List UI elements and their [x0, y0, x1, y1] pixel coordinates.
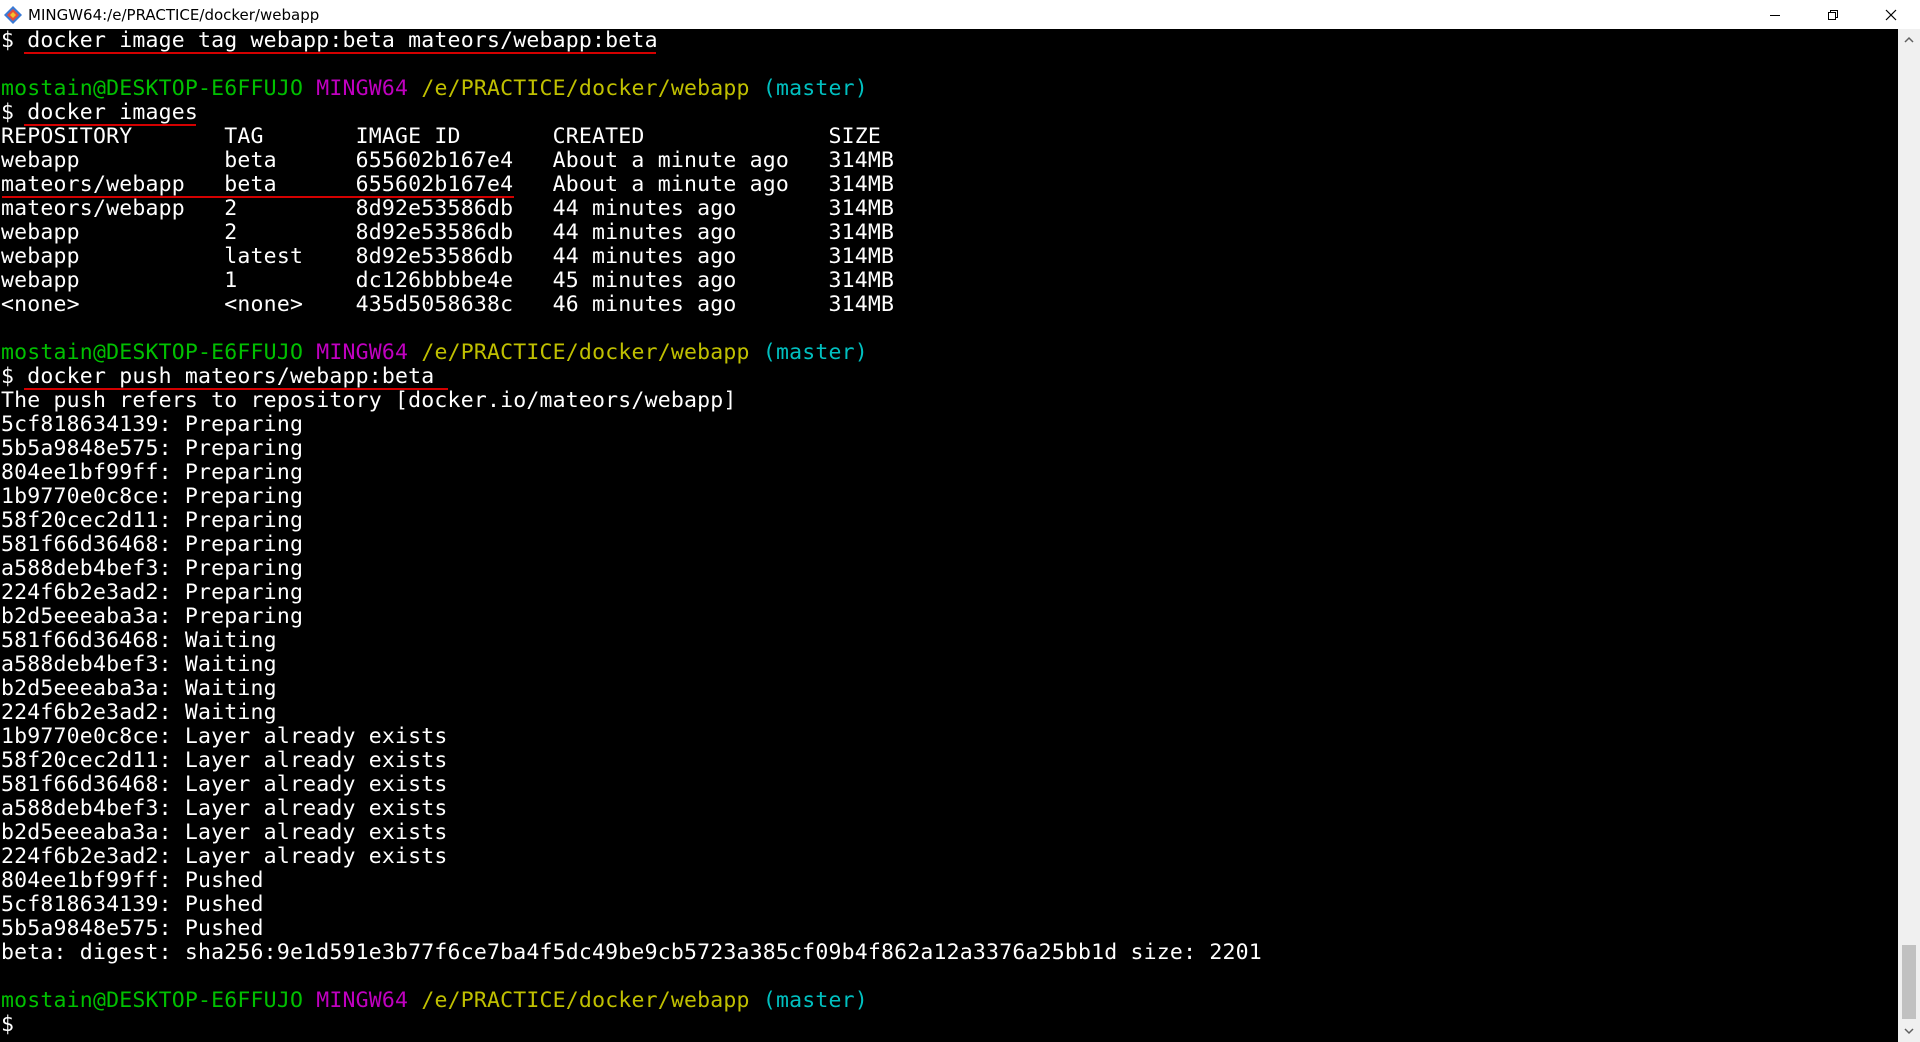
window-titlebar[interactable]: MINGW64:/e/PRACTICE/docker/webapp [0, 0, 1920, 29]
push-layer-line: a588deb4bef3: Waiting [1, 652, 277, 677]
restore-icon [1828, 9, 1838, 20]
command-line-images: $ docker images [1, 100, 199, 125]
push-digest-line: beta: digest: sha256:9e1d591e3b77f6ce7ba… [1, 940, 1262, 965]
minimize-icon [1770, 14, 1780, 16]
terminal-output[interactable]: $ docker image tag webapp:beta mateors/w… [0, 29, 1898, 1042]
push-layer-line: b2d5eeeaba3a: Waiting [1, 676, 277, 701]
window-controls [1746, 0, 1920, 29]
push-layer-line: 58f20cec2d11: Layer already exists [1, 748, 448, 773]
push-layer-line: 581f66d36468: Waiting [1, 628, 277, 653]
prompt-branch: (master) [762, 76, 868, 101]
prompt-system: MINGW64 [316, 76, 409, 101]
prompt-branch: (master) [762, 340, 868, 365]
images-table-row: webapp beta 655602b167e4 About a minute … [1, 148, 895, 173]
prompt-user-host: mostain@DESKTOP-E6FFUJO [1, 340, 304, 365]
images-table-row: webapp 1 dc126bbbbe4e 45 minutes ago 314… [1, 268, 895, 293]
scroll-down-button[interactable] [1898, 1020, 1920, 1042]
push-layer-line: a588deb4bef3: Preparing [1, 556, 304, 581]
prompt-system: MINGW64 [316, 340, 409, 365]
command-line-push: $ docker push mateors/webapp:beta [1, 364, 435, 389]
push-layer-line: 1b9770e0c8ce: Preparing [1, 484, 304, 509]
close-button[interactable] [1862, 0, 1920, 29]
push-layer-line: b2d5eeeaba3a: Layer already exists [1, 820, 448, 845]
push-layer-line: 5b5a9848e575: Pushed [1, 916, 264, 941]
push-layer-line: 58f20cec2d11: Preparing [1, 508, 304, 533]
images-table-row: mateors/webapp beta 655602b167e4 About a… [1, 172, 895, 197]
close-icon [1885, 9, 1897, 20]
annotation-underline [24, 388, 448, 390]
images-table-row: webapp latest 8d92e53586db 44 minutes ag… [1, 244, 895, 269]
prompt-branch: (master) [762, 988, 868, 1013]
push-layer-line: 804ee1bf99ff: Preparing [1, 460, 304, 485]
push-layer-line: 5cf818634139: Preparing [1, 412, 304, 437]
shell-prompt-1: mostain@DESKTOP-E6FFUJO MINGW64 /e/PRACT… [1, 77, 868, 101]
images-table-row: webapp 2 8d92e53586db 44 minutes ago 314… [1, 220, 895, 245]
push-layer-line: 5b5a9848e575: Preparing [1, 436, 304, 461]
prompt-user-host: mostain@DESKTOP-E6FFUJO [1, 76, 304, 101]
shell-prompt-2: mostain@DESKTOP-E6FFUJO MINGW64 /e/PRACT… [1, 341, 868, 365]
images-table-row: <none> <none> 435d5058638c 46 minutes ag… [1, 292, 895, 317]
chevron-down-icon [1904, 1028, 1914, 1035]
push-layer-line: 224f6b2e3ad2: Waiting [1, 700, 277, 725]
push-layer-line: 804ee1bf99ff: Pushed [1, 868, 264, 893]
prompt-path: /e/PRACTICE/docker/webapp [421, 340, 750, 365]
window-title: MINGW64:/e/PRACTICE/docker/webapp [28, 5, 320, 24]
push-layer-line: b2d5eeeaba3a: Preparing [1, 604, 304, 629]
push-output-line: The push refers to repository [docker.io… [1, 388, 737, 413]
prompt-system: MINGW64 [316, 988, 409, 1013]
images-table-header: REPOSITORY TAG IMAGE ID CREATED SIZE [1, 124, 881, 149]
push-layer-line: 5cf818634139: Pushed [1, 892, 264, 917]
push-layer-line: 224f6b2e3ad2: Layer already exists [1, 844, 448, 869]
annotation-underline [24, 124, 196, 126]
minimize-button[interactable] [1746, 0, 1804, 29]
chevron-up-icon [1904, 36, 1914, 43]
command-input-line[interactable]: $ [1, 1013, 14, 1037]
images-table-row: mateors/webapp 2 8d92e53586db 44 minutes… [1, 196, 895, 221]
scroll-up-button[interactable] [1898, 29, 1920, 51]
annotation-underline [24, 52, 656, 54]
push-layer-line: 1b9770e0c8ce: Layer already exists [1, 724, 448, 749]
prompt-path: /e/PRACTICE/docker/webapp [421, 988, 750, 1013]
scrollbar-thumb[interactable] [1902, 945, 1916, 1019]
prompt-user-host: mostain@DESKTOP-E6FFUJO [1, 988, 304, 1013]
prompt-path: /e/PRACTICE/docker/webapp [421, 76, 750, 101]
push-layer-line: a588deb4bef3: Layer already exists [1, 796, 448, 821]
push-layer-line: 581f66d36468: Layer already exists [1, 772, 448, 797]
command-line-tag: $ docker image tag webapp:beta mateors/w… [1, 29, 658, 53]
git-bash-icon [4, 5, 22, 24]
shell-prompt-3: mostain@DESKTOP-E6FFUJO MINGW64 /e/PRACT… [1, 989, 868, 1013]
vertical-scrollbar[interactable] [1898, 29, 1920, 1042]
push-layer-line: 224f6b2e3ad2: Preparing [1, 580, 304, 605]
push-layer-line: 581f66d36468: Preparing [1, 532, 304, 557]
annotation-underline [2, 196, 514, 198]
restore-button[interactable] [1804, 0, 1862, 29]
